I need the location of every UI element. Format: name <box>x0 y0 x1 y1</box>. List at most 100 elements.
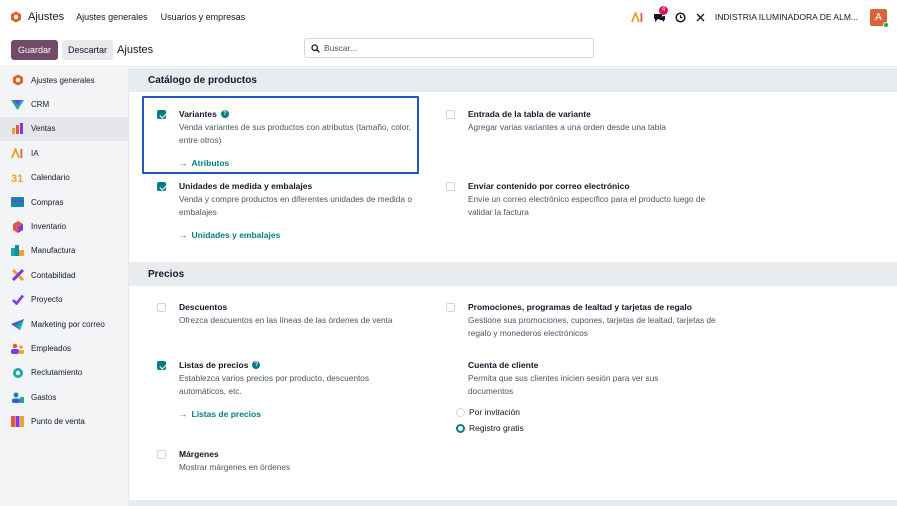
sidebar-item-label: Manufactura <box>31 246 76 256</box>
purchase-icon <box>11 196 24 209</box>
sidebar-item-label: Calendario <box>31 173 70 183</box>
recruitment-icon <box>11 366 24 379</box>
atributos-link-label: Atributos <box>191 158 230 168</box>
listas-precios-checkbox[interactable] <box>157 361 166 370</box>
sidebar-item-label: Compras <box>31 197 64 207</box>
descuentos-checkbox[interactable] <box>157 303 166 312</box>
crm-icon <box>11 98 24 111</box>
sidebar-item-marketing-por-correo[interactable]: Marketing por correo <box>0 312 128 336</box>
help-icon[interactable]: ? <box>252 361 261 369</box>
settings-app-icon[interactable] <box>10 11 22 23</box>
entrada-tabla-checkbox[interactable] <box>446 110 455 119</box>
section-catalogo-productos: Catálogo de productos <box>129 68 897 92</box>
ai-systray-icon[interactable] <box>631 11 644 23</box>
margenes-desc: Mostrar márgenes en órdenes <box>179 462 291 472</box>
descuentos-title: Descuentos <box>179 302 228 312</box>
app-name[interactable]: Ajustes <box>28 11 64 23</box>
arrow-right-icon: → <box>179 409 188 419</box>
project-icon <box>11 293 24 306</box>
section-precios: Precios <box>129 262 897 286</box>
sidebar-item-label: Ajustes generales <box>31 75 95 85</box>
sidebar-item-ventas[interactable]: Ventas <box>0 116 128 142</box>
sidebar-item-compras[interactable]: Compras <box>0 190 128 214</box>
user-avatar[interactable]: A <box>870 8 889 28</box>
radio-button-selected[interactable] <box>456 423 465 433</box>
variantes-desc: Venda variantes de sus productos con atr… <box>179 122 411 145</box>
search-icon <box>311 43 320 53</box>
sidebar-item-label: CRM <box>31 100 50 110</box>
pos-icon <box>11 415 24 428</box>
settings-main: Catálogo de productos Variantes? Venda v… <box>129 68 897 506</box>
accounting-icon <box>11 269 24 282</box>
calendar-icon: 31 <box>11 171 24 184</box>
activity-clock-icon[interactable] <box>675 11 686 23</box>
settings-sidebar: Ajustes generales CRM Ventas IA 31 Calendario… <box>0 68 129 506</box>
enviar-title: Enviar contenido por correo electrónico <box>468 181 630 191</box>
sidebar-item-reclutamiento[interactable]: Reclutamiento <box>0 361 128 385</box>
sidebar-item-empleados[interactable]: Empleados <box>0 336 128 360</box>
manufacturing-icon <box>11 244 24 257</box>
sidebar-item-calendario[interactable]: 31 Calendario <box>0 166 128 190</box>
unidades-embalajes-link[interactable]: → Unidades y embalajes <box>179 230 429 240</box>
sidebar-item-ia[interactable]: IA <box>0 141 128 165</box>
search-input[interactable] <box>324 43 574 53</box>
sidebar-item-label: Contabilidad <box>31 270 76 280</box>
variantes-title: Variantes <box>179 109 217 119</box>
messages-badge: 4 <box>658 5 669 15</box>
expenses-icon <box>11 391 24 404</box>
sidebar-item-label: Marketing por correo <box>31 319 105 329</box>
ai-icon <box>11 147 24 160</box>
radio-por-invitacion[interactable]: Por invitación <box>456 407 698 417</box>
sidebar-item-label: Reclutamiento <box>31 368 83 378</box>
messages-icon[interactable]: 4 <box>653 5 669 23</box>
debug-tools-icon[interactable] <box>695 12 706 23</box>
radio-registro-gratis[interactable]: Registro gratis <box>456 423 698 433</box>
search-box[interactable] <box>304 38 594 58</box>
sidebar-item-label: Inventario <box>31 222 67 232</box>
enviar-contenido-checkbox[interactable] <box>446 182 455 191</box>
employees-icon <box>11 342 24 355</box>
sales-icon <box>11 122 24 135</box>
radio-label: Registro gratis <box>469 423 524 433</box>
margenes-checkbox[interactable] <box>157 450 166 459</box>
promociones-desc: Gestione sus promociones, cupones, tarje… <box>468 315 716 338</box>
sidebar-item-crm[interactable]: CRM <box>0 92 128 116</box>
save-button[interactable]: Guardar <box>11 40 59 60</box>
descuentos-desc: Ofrezca descuentos en las líneas de las … <box>179 315 393 325</box>
top-navbar: Ajustes Ajustes generales Usuarios y emp… <box>0 0 897 34</box>
sidebar-item-inventario[interactable]: Inventario <box>0 214 128 238</box>
radio-label: Por invitación <box>469 407 521 417</box>
listas-title: Listas de precios <box>179 360 249 370</box>
sidebar-item-gastos[interactable]: Gastos <box>0 385 128 409</box>
radio-button[interactable] <box>456 407 465 417</box>
arrow-right-icon: → <box>179 158 188 168</box>
unidades-desc: Venda y compre productos en diferentes u… <box>179 194 412 217</box>
sidebar-item-label: Empleados <box>31 343 72 353</box>
next-section-edge <box>129 500 897 506</box>
entrada-title: Entrada de la tabla de variante <box>468 109 591 119</box>
sidebar-item-label: IA <box>31 148 39 158</box>
sidebar-item-punto-de-venta[interactable]: Punto de venta <box>0 409 128 433</box>
unidades-title: Unidades de medida y embalajes <box>179 181 313 191</box>
company-switcher[interactable]: INDISTRIA ILUMINADORA DE ALM... <box>715 12 858 22</box>
sidebar-item-label: Proyecto <box>31 295 63 305</box>
cuenta-desc: Permita que sus clientes inicien sesión … <box>468 373 659 396</box>
sidebar-item-proyecto[interactable]: Proyecto <box>0 288 128 312</box>
sidebar-item-label: Punto de venta <box>31 417 85 427</box>
menu-usuarios-empresas[interactable]: Usuarios y empresas <box>161 12 246 22</box>
sidebar-item-ajustes-generales[interactable]: Ajustes generales <box>0 68 128 92</box>
menu-ajustes-generales[interactable]: Ajustes generales <box>76 12 148 22</box>
sidebar-item-contabilidad[interactable]: Contabilidad <box>0 263 128 287</box>
discard-button[interactable]: Descartar <box>62 40 114 60</box>
listas-precios-link[interactable]: → Listas de precios <box>179 409 399 419</box>
breadcrumb: Ajustes <box>117 44 154 56</box>
help-icon[interactable]: ? <box>220 110 229 118</box>
promociones-checkbox[interactable] <box>446 303 455 312</box>
variantes-checkbox[interactable] <box>157 110 166 119</box>
email-marketing-icon <box>11 318 24 331</box>
control-panel: Guardar Descartar Ajustes <box>0 34 897 67</box>
odoo-settings-icon <box>11 74 24 87</box>
unidades-checkbox[interactable] <box>157 182 166 191</box>
sidebar-item-manufactura[interactable]: Manufactura <box>0 239 128 263</box>
atributos-link[interactable]: → Atributos <box>179 158 429 168</box>
